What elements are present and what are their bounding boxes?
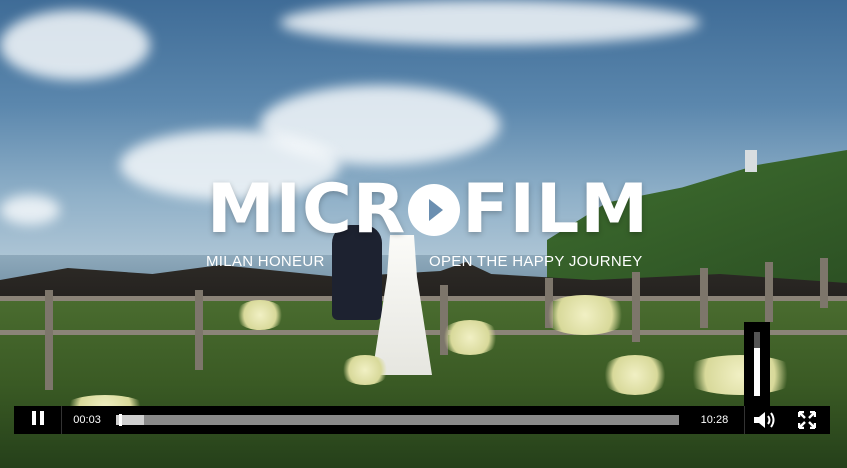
title-text-end: FILM	[462, 170, 649, 249]
seek-bar[interactable]	[115, 414, 679, 426]
volume-icon	[753, 412, 775, 428]
cloud	[0, 10, 150, 80]
volume-button[interactable]	[744, 406, 784, 434]
volume-slider-fill	[754, 348, 760, 396]
subtitle-right: OPEN THE HAPPY JOURNEY	[429, 253, 643, 270]
volume-slider-popup[interactable]	[744, 322, 770, 406]
lighthouse	[745, 150, 757, 172]
volume-slider-track[interactable]	[754, 332, 760, 396]
subtitle-left: MILAN HONEUR	[206, 253, 325, 270]
title-text-start: MICR	[207, 170, 407, 249]
fence-post	[195, 290, 203, 370]
flower	[680, 355, 800, 395]
video-title: MICR FILM	[207, 170, 648, 249]
fullscreen-button[interactable]	[785, 406, 830, 434]
flower	[340, 355, 390, 385]
current-time: 00:03	[73, 414, 101, 426]
pause-icon	[30, 410, 46, 430]
duration: 10:28	[700, 414, 729, 426]
fence-post	[700, 268, 708, 328]
fence-post	[632, 272, 640, 342]
seek-bar-handle[interactable]	[118, 414, 122, 426]
pause-button[interactable]	[14, 406, 63, 434]
fence-post	[765, 262, 773, 322]
fence-post	[820, 258, 828, 308]
fullscreen-icon	[798, 411, 817, 429]
flower	[540, 295, 630, 335]
cloud	[280, 0, 700, 45]
flower	[600, 355, 670, 395]
video-player[interactable]: MICR FILM MILAN HONEUR OPEN THE HAPPY JO…	[0, 0, 847, 468]
fence-post	[45, 290, 53, 390]
flower	[235, 300, 285, 330]
flower	[440, 320, 500, 355]
play-icon[interactable]	[408, 184, 461, 236]
fence-rail	[0, 296, 847, 301]
cloud	[0, 195, 60, 225]
control-bar: 00:03 10:28	[14, 406, 830, 434]
